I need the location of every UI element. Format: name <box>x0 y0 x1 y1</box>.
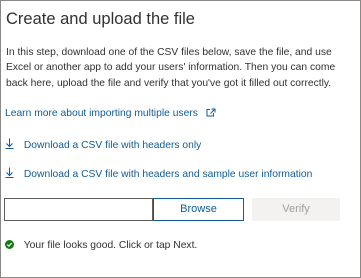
upload-panel: Create and upload the file In this step,… <box>0 0 361 278</box>
learn-more-link-label: Learn more about importing multiple user… <box>5 108 198 119</box>
download-headers-only-label: Download a CSV file with headers only <box>23 140 202 151</box>
download-sample-label: Download a CSV file with headers and sam… <box>23 169 313 180</box>
checkmark-circle-icon <box>5 240 14 249</box>
download-arrow-icon <box>5 167 15 181</box>
file-path-input[interactable] <box>4 198 153 221</box>
verify-button: Verify <box>252 198 340 221</box>
download-arrow-icon <box>5 138 15 152</box>
instructions-text: In this step, download one of the CSV fi… <box>6 45 358 91</box>
open-in-new-window-icon <box>206 108 216 120</box>
panel-title: Create and upload the file <box>6 10 195 28</box>
browse-button[interactable]: Browse <box>153 198 244 221</box>
download-headers-only-link[interactable]: Download a CSV file with headers only <box>5 138 201 152</box>
instructions-paragraph: In this step, download one of the CSV fi… <box>6 47 336 89</box>
learn-more-link[interactable]: Learn more about importing multiple user… <box>5 108 216 120</box>
download-sample-link[interactable]: Download a CSV file with headers and sam… <box>5 167 312 181</box>
status-message: Your file looks good. Click or tap Next. <box>23 240 198 251</box>
verification-status: Your file looks good. Click or tap Next. <box>5 240 197 251</box>
